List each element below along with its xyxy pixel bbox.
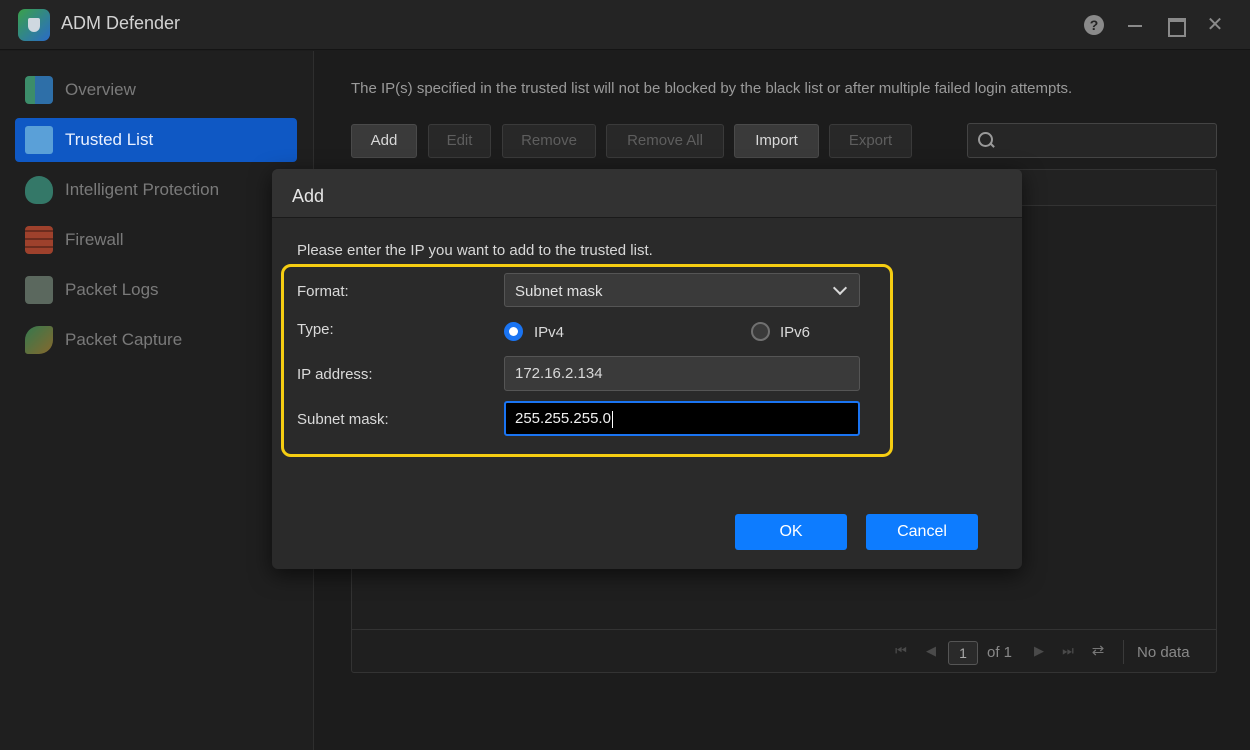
ok-button[interactable]: OK — [735, 514, 847, 550]
remove-button[interactable]: Remove — [502, 124, 596, 158]
cancel-button[interactable]: Cancel — [866, 514, 978, 550]
remove-all-button[interactable]: Remove All — [606, 124, 724, 158]
trusted-list-icon — [25, 126, 53, 154]
ip-address-label: IP address: — [297, 366, 373, 383]
sidebar-item-label: Trusted List — [65, 130, 154, 149]
ipv6-label[interactable]: IPv6 — [780, 324, 810, 341]
format-label: Format: — [297, 283, 349, 300]
dialog-title: Add — [292, 186, 325, 206]
clipboard-icon — [25, 276, 53, 304]
sidebar-item-trusted-list[interactable]: Trusted List — [15, 118, 297, 162]
pagination-status: No data — [1137, 644, 1190, 661]
sidebar-item-label: Firewall — [65, 230, 124, 249]
ipv4-radio[interactable] — [504, 322, 523, 341]
import-button[interactable]: Import — [734, 124, 819, 158]
app-title: ADM Defender — [61, 13, 181, 33]
shield-icon — [25, 176, 53, 204]
type-label: Type: — [297, 321, 334, 338]
last-page-icon[interactable]: ⏭ — [1061, 644, 1075, 658]
sidebar-item-label: Packet Capture — [65, 330, 183, 349]
app-logo-icon — [18, 9, 50, 41]
first-page-icon[interactable]: ⏮ — [894, 644, 908, 658]
close-icon[interactable]: ✕ — [1204, 14, 1226, 36]
sidebar: Overview Trusted List Intelligent Protec… — [0, 51, 314, 750]
divider — [1123, 640, 1124, 664]
previous-page-icon[interactable]: ◀ — [924, 644, 938, 658]
sidebar-item-intelligent-protection[interactable]: Intelligent Protection — [15, 168, 297, 212]
search-icon — [978, 132, 994, 148]
sidebar-item-packet-logs[interactable]: Packet Logs — [15, 268, 297, 312]
ipv4-label[interactable]: IPv4 — [534, 324, 564, 341]
dialog-prompt: Please enter the IP you want to add to t… — [297, 242, 653, 259]
add-button[interactable]: Add — [351, 124, 417, 158]
format-select-value: Subnet mask — [515, 283, 603, 300]
subnet-mask-field[interactable]: 255.255.255.0 — [504, 401, 860, 436]
page-description: The IP(s) specified in the trusted list … — [351, 80, 1073, 97]
format-select[interactable]: Subnet mask — [504, 273, 860, 307]
sidebar-item-label: Intelligent Protection — [65, 180, 220, 199]
sidebar-item-packet-capture[interactable]: Packet Capture — [15, 318, 297, 362]
text-cursor — [611, 410, 613, 428]
sidebar-item-overview[interactable]: Overview — [15, 68, 297, 112]
subnet-mask-value: 255.255.255.0 — [515, 410, 611, 427]
help-icon[interactable]: ? — [1084, 15, 1104, 35]
export-button[interactable]: Export — [829, 124, 912, 158]
sidebar-item-firewall[interactable]: Firewall — [15, 218, 297, 262]
chevron-down-icon — [832, 280, 848, 296]
overview-icon — [25, 76, 53, 104]
page-count: of 1 — [987, 644, 1013, 661]
add-dialog: Add Please enter the IP you want to add … — [272, 169, 1022, 569]
firewall-icon — [25, 226, 53, 254]
ip-address-field[interactable]: 172.16.2.134 — [504, 356, 860, 391]
ipv6-radio[interactable] — [751, 322, 770, 341]
subnet-mask-label: Subnet mask: — [297, 411, 389, 428]
page-number-input[interactable]: 1 — [948, 641, 978, 665]
dialog-header: Add — [272, 169, 1022, 218]
refresh-icon[interactable]: ⇄ — [1091, 643, 1105, 658]
edit-button[interactable]: Edit — [428, 124, 491, 158]
next-page-icon[interactable]: ▶ — [1032, 644, 1046, 658]
packet-capture-icon — [25, 326, 53, 354]
maximize-icon[interactable] — [1164, 14, 1186, 37]
pagination-bar: ⏮ ◀ 1 of 1 ▶ ⏭ ⇄ No data — [352, 629, 1216, 673]
title-bar: ADM Defender ? ✕ — [0, 0, 1250, 50]
minimize-icon[interactable] — [1124, 14, 1146, 36]
sidebar-item-label: Overview — [65, 80, 136, 99]
sidebar-item-label: Packet Logs — [65, 280, 159, 299]
search-input[interactable] — [967, 123, 1217, 158]
